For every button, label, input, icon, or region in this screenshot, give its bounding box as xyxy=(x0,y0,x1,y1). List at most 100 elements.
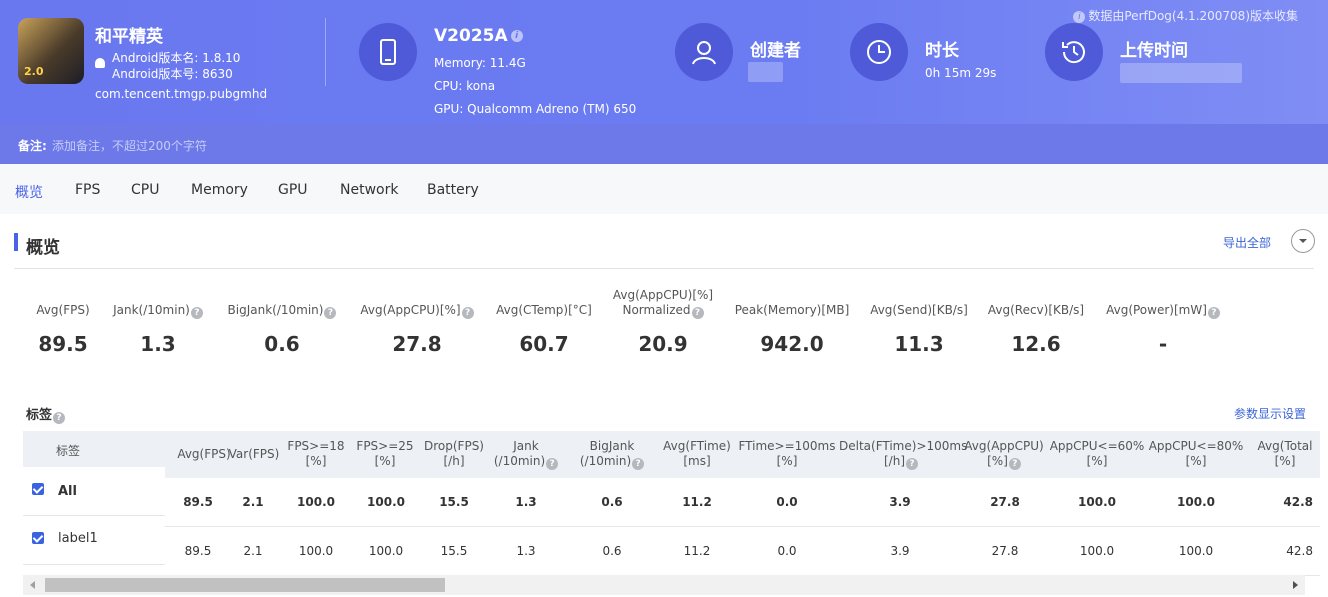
table-cell: 15.5 xyxy=(439,495,469,509)
app-version-name: Android版本名: 1.8.10 xyxy=(112,51,241,65)
col-header[interactable]: Drop(FPS) [/h] xyxy=(414,439,494,469)
remark-label: 备注: xyxy=(18,139,47,153)
table-cell: 0.0 xyxy=(776,495,798,509)
tag-name: label1 xyxy=(58,531,98,546)
stat-label-peak-memory: Peak(Memory)[MB] xyxy=(734,303,850,317)
tag-row-label1[interactable]: label1 xyxy=(23,516,165,565)
tag-checkbox-label1[interactable] xyxy=(32,532,44,544)
stat-value-jank: 1.3 xyxy=(140,332,176,356)
collapse-button[interactable] xyxy=(1291,229,1315,253)
app-versions: Android版本名: 1.8.10 Android版本号: 8630 xyxy=(112,50,240,82)
col-header[interactable]: FPS>=18 [%] xyxy=(276,439,356,469)
table-cell: 15.5 xyxy=(440,544,468,558)
col-header[interactable]: AppCPU<=60% [%] xyxy=(1047,439,1147,469)
help-icon[interactable]: ? xyxy=(546,458,559,470)
tab-network[interactable]: Network xyxy=(340,182,398,198)
history-icon xyxy=(1045,23,1103,81)
android-icon xyxy=(95,58,105,68)
help-icon[interactable]: ? xyxy=(691,307,704,319)
stat-label-jank: Jank(/10min)? xyxy=(108,303,208,319)
scrollbar-thumb[interactable] xyxy=(45,578,445,592)
help-icon[interactable]: ? xyxy=(1207,307,1220,319)
help-icon[interactable]: ? xyxy=(53,412,66,424)
scroll-right-arrow-icon[interactable] xyxy=(1293,581,1298,589)
table-cell: 0.6 xyxy=(602,544,622,558)
table-cell: 11.2 xyxy=(682,495,712,509)
remark-input[interactable]: 添加备注，不超过200个字符 xyxy=(52,137,207,154)
table-row[interactable]: 89.5 2.1 100.0 100.0 15.5 1.3 0.6 11.2 0… xyxy=(165,527,1320,576)
source-note: i 数据由PerfDog(4.1.200708)版本收集 xyxy=(1073,7,1298,24)
upload-title: 上传时间 xyxy=(1120,41,1188,61)
horizontal-scrollbar[interactable] xyxy=(23,575,1305,595)
tag-row-all[interactable]: All xyxy=(23,467,165,516)
help-icon[interactable]: ? xyxy=(190,307,203,319)
col-header[interactable]: FTime>=100ms [%] xyxy=(737,439,837,469)
table-cell: 1.3 xyxy=(516,544,536,558)
help-icon[interactable]: ? xyxy=(632,458,645,470)
stat-label-appcpu-normalized: Avg(AppCPU)[%] Normalized? xyxy=(612,288,714,319)
table-cell: 1.3 xyxy=(515,495,537,509)
stat-value-peak-memory: 942.0 xyxy=(760,332,824,356)
tab-overview[interactable]: 概览 xyxy=(15,182,43,202)
tab-cpu[interactable]: CPU xyxy=(131,182,159,198)
duration-title: 时长 xyxy=(925,41,959,61)
tab-gpu[interactable]: GPU xyxy=(278,182,308,198)
app-name: 和平精英 xyxy=(95,27,163,47)
tag-column-label: 标签 xyxy=(56,444,81,458)
table-cell: 100.0 xyxy=(1177,495,1215,509)
param-display-settings-link[interactable]: 参数显示设置 xyxy=(1234,405,1306,422)
tag-column: 标签 All label1 xyxy=(23,431,165,573)
col-header[interactable]: Delta(FTime)>100ms [/h]? xyxy=(839,439,967,470)
col-header[interactable]: Var(FPS) xyxy=(226,447,282,462)
tags-title: 标签? xyxy=(26,404,66,424)
help-icon[interactable]: ? xyxy=(1008,458,1021,470)
tab-battery[interactable]: Battery xyxy=(427,182,479,198)
table-cell: 0.0 xyxy=(777,544,797,558)
stat-value-appcpu-normalized: 20.9 xyxy=(638,332,688,356)
help-icon[interactable]: ? xyxy=(906,458,918,470)
stat-value-appcpu: 27.8 xyxy=(392,332,442,356)
table-row[interactable]: 89.5 2.1 100.0 100.0 15.5 1.3 0.6 11.2 0… xyxy=(165,478,1320,527)
table-cell: 100.0 xyxy=(1178,544,1214,558)
table-cell: 100.0 xyxy=(1079,544,1115,558)
table-cell: 3.9 xyxy=(889,495,911,509)
table-cell: 27.8 xyxy=(990,495,1020,509)
col-header[interactable]: FPS>=25 [%] xyxy=(345,439,425,469)
export-all-link[interactable]: 导出全部 xyxy=(1223,234,1271,251)
table-cell: 100.0 xyxy=(298,544,334,558)
stat-label-ctemp: Avg(CTemp)[°C] xyxy=(496,303,592,317)
phone-icon xyxy=(359,23,417,81)
app-icon-badge: 2.0 xyxy=(24,65,44,78)
stat-value-bigjank: 0.6 xyxy=(264,332,300,356)
report-header: 2.0 和平精英 Android版本名: 1.8.10 Android版本号: … xyxy=(0,0,1328,124)
table-cell: 11.2 xyxy=(683,544,711,558)
tag-checkbox-all[interactable] xyxy=(32,483,44,495)
stat-label-send: Avg(Send)[KB/s] xyxy=(870,303,968,317)
stat-value-power: - xyxy=(1158,332,1168,356)
col-header[interactable]: Jank (/10min)? xyxy=(486,439,566,470)
table-cell: 0.6 xyxy=(601,495,623,509)
col-header[interactable]: BigJank (/10min)? xyxy=(568,439,656,470)
creator-redacted xyxy=(748,62,783,82)
app-package: com.tencent.tmgp.pubgmhd xyxy=(95,87,268,101)
info-icon[interactable]: i xyxy=(510,30,523,42)
col-header[interactable]: Avg(FTime) [ms] xyxy=(657,439,737,469)
header-divider xyxy=(325,18,326,86)
tab-fps[interactable]: FPS xyxy=(75,182,100,198)
stat-label-avg-fps: Avg(FPS) xyxy=(36,303,90,317)
stat-value-recv: 12.6 xyxy=(1011,332,1061,356)
table-cell: 3.9 xyxy=(890,544,910,558)
col-header[interactable]: Avg(AppCPU) [%]? xyxy=(964,439,1044,470)
remark-bar: 备注: 添加备注，不超过200个字符 xyxy=(0,124,1328,164)
stat-value-send: 11.3 xyxy=(894,332,944,356)
col-header[interactable]: AppCPU<=80% [%] xyxy=(1146,439,1246,469)
tab-bar: 概览 FPS CPU Memory GPU Network Battery xyxy=(0,164,1328,214)
help-icon[interactable]: ? xyxy=(324,307,337,319)
col-header[interactable]: Avg(Total [%] xyxy=(1249,439,1321,469)
tab-memory[interactable]: Memory xyxy=(191,182,248,198)
stat-value-avg-fps: 89.5 xyxy=(38,332,88,356)
stat-label-recv: Avg(Recv)[KB/s] xyxy=(987,303,1085,317)
clock-icon xyxy=(850,23,908,81)
help-icon[interactable]: ? xyxy=(461,307,474,319)
scroll-left-arrow-icon[interactable] xyxy=(30,581,35,589)
